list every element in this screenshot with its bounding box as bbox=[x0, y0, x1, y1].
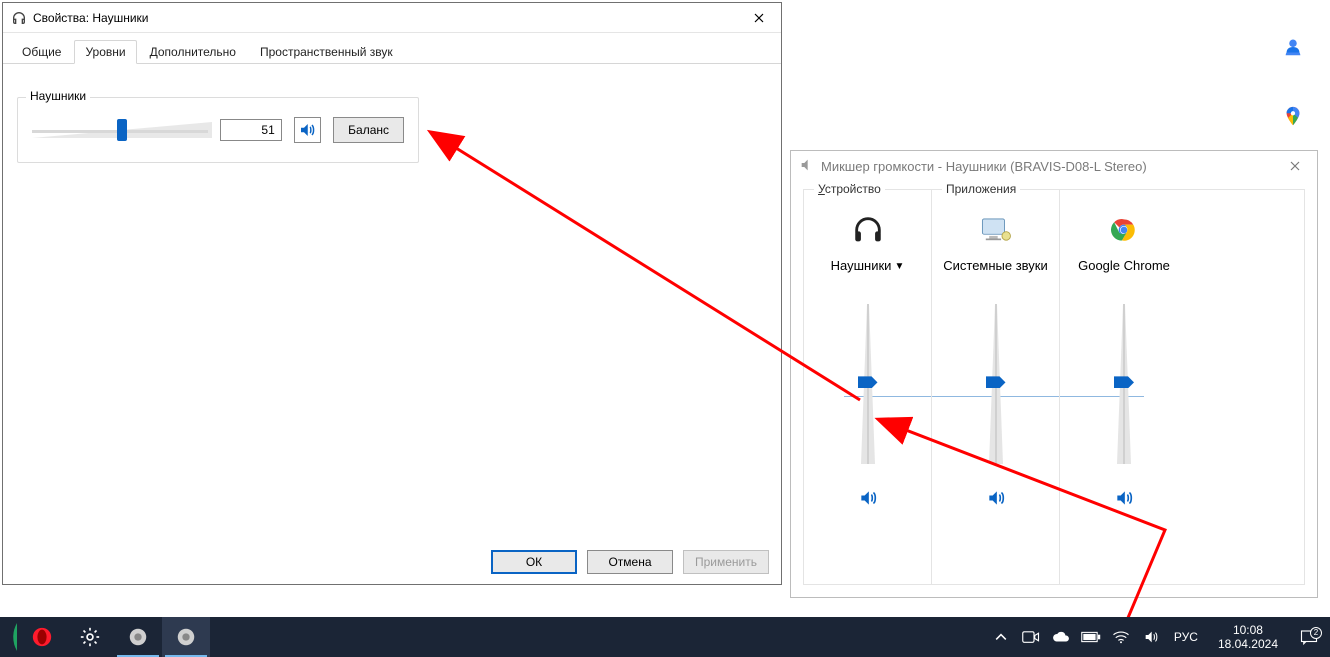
tray-meet-now-icon[interactable] bbox=[1020, 617, 1042, 657]
maps-pin-icon[interactable] bbox=[1282, 104, 1306, 128]
mixer-close-button[interactable] bbox=[1272, 151, 1317, 181]
tray-onedrive-icon[interactable] bbox=[1050, 617, 1072, 657]
ok-button[interactable]: ОК bbox=[491, 550, 577, 574]
chrome-icon[interactable] bbox=[1108, 210, 1140, 250]
tray-time: 10:08 bbox=[1233, 623, 1263, 637]
mixer-body: Устройство Наушники ▼ bbox=[803, 189, 1305, 585]
device-volume-slider[interactable] bbox=[858, 304, 878, 464]
taskbar-opera-icon[interactable] bbox=[18, 617, 66, 657]
tray-wifi-icon[interactable] bbox=[1110, 617, 1132, 657]
cancel-button[interactable]: Отмена bbox=[587, 550, 673, 574]
tab-advanced[interactable]: Дополнительно bbox=[139, 40, 247, 64]
chrome-volume-slider[interactable] bbox=[1114, 304, 1134, 464]
headphone-icon bbox=[11, 10, 27, 26]
chrome-mute-button[interactable] bbox=[1114, 488, 1134, 511]
properties-title: Свойства: Наушники bbox=[33, 11, 148, 25]
apply-button: Применить bbox=[683, 550, 769, 574]
tray-language-indicator[interactable]: РУС bbox=[1170, 630, 1202, 644]
tray-battery-icon[interactable] bbox=[1080, 617, 1102, 657]
channel-device: Наушники ▼ bbox=[804, 190, 931, 584]
tray-notifications-badge: 2 bbox=[1310, 627, 1322, 639]
user-profile-icon[interactable] bbox=[1282, 36, 1306, 60]
channel-device-label[interactable]: Наушники ▼ bbox=[831, 258, 905, 292]
levels-group-label: Наушники bbox=[26, 89, 90, 103]
volume-slider[interactable] bbox=[32, 116, 208, 144]
tray-clock[interactable]: 10:08 18.04.2024 bbox=[1210, 623, 1286, 651]
mixer-group-device-label: Устройство bbox=[814, 182, 885, 196]
mixer-window: Микшер громкости - Наушники (BRAVIS-D08-… bbox=[790, 150, 1318, 598]
device-mute-button[interactable] bbox=[858, 488, 878, 511]
dialog-button-row: ОК Отмена Применить bbox=[491, 550, 769, 574]
properties-window: Свойства: Наушники Общие Уровни Дополнит… bbox=[2, 2, 782, 585]
channel-chrome: Google Chrome bbox=[1060, 190, 1188, 584]
tab-levels[interactable]: Уровни bbox=[74, 40, 136, 64]
taskbar-settings-icon[interactable] bbox=[66, 617, 114, 657]
properties-tabstrip: Общие Уровни Дополнительно Пространствен… bbox=[3, 33, 781, 64]
levels-group: Наушники Баланс bbox=[17, 97, 419, 163]
start-button[interactable] bbox=[0, 617, 18, 657]
taskbar-sound-panel-icon-active[interactable] bbox=[162, 617, 210, 657]
mixer-group-apps-label: Приложения bbox=[942, 182, 1020, 196]
tray-speaker-icon[interactable] bbox=[1140, 617, 1162, 657]
balance-button[interactable]: Баланс bbox=[333, 117, 404, 143]
system-sounds-icon[interactable] bbox=[979, 210, 1013, 250]
properties-titlebar[interactable]: Свойства: Наушники bbox=[3, 3, 781, 33]
channel-system-sounds: Системные звуки bbox=[932, 190, 1060, 584]
channel-system-label[interactable]: Системные звуки bbox=[943, 258, 1048, 292]
speaker-icon bbox=[799, 157, 815, 176]
system-mute-button[interactable] bbox=[986, 488, 1006, 511]
properties-close-button[interactable] bbox=[736, 3, 781, 33]
mixer-group-apps: Приложения Системные звуки bbox=[932, 190, 1304, 584]
chevron-down-icon: ▼ bbox=[894, 258, 904, 276]
volume-level-input[interactable] bbox=[220, 119, 282, 141]
tab-spatial[interactable]: Пространственный звук bbox=[249, 40, 404, 64]
tray-notifications-icon[interactable]: 2 bbox=[1294, 629, 1324, 645]
tab-general[interactable]: Общие bbox=[11, 40, 72, 64]
tray-chevron-up-icon[interactable] bbox=[990, 617, 1012, 657]
taskbar: РУС 10:08 18.04.2024 2 bbox=[0, 617, 1330, 657]
taskbar-sound-panel-icon[interactable] bbox=[114, 617, 162, 657]
system-volume-slider[interactable] bbox=[986, 304, 1006, 464]
mixer-group-device: Устройство Наушники ▼ bbox=[804, 190, 932, 584]
channel-chrome-label[interactable]: Google Chrome bbox=[1078, 258, 1170, 292]
mute-toggle-button[interactable] bbox=[294, 117, 321, 143]
tray-date: 18.04.2024 bbox=[1218, 637, 1278, 651]
mixer-title: Микшер громкости - Наушники (BRAVIS-D08-… bbox=[821, 159, 1147, 174]
headphone-icon[interactable] bbox=[851, 210, 885, 250]
mixer-titlebar[interactable]: Микшер громкости - Наушники (BRAVIS-D08-… bbox=[791, 151, 1317, 181]
